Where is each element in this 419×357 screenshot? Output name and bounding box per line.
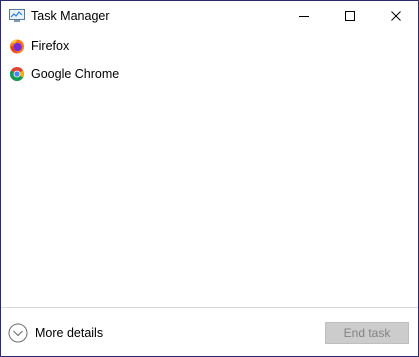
task-manager-window: Task Manager Firefox Google Chrome More …	[0, 0, 419, 357]
chrome-icon	[9, 66, 25, 82]
list-item-firefox[interactable]: Firefox	[1, 31, 418, 59]
maximize-icon	[345, 11, 355, 21]
more-details-label: More details	[35, 326, 104, 340]
maximize-button[interactable]	[327, 1, 373, 31]
task-manager-icon	[9, 9, 25, 23]
window-title: Task Manager	[31, 9, 110, 23]
close-button[interactable]	[373, 1, 419, 31]
minimize-button[interactable]	[281, 1, 327, 31]
close-icon	[391, 11, 401, 21]
process-name: Firefox	[31, 39, 70, 53]
firefox-icon	[9, 38, 25, 54]
process-name: Google Chrome	[31, 67, 120, 81]
process-list: Firefox Google Chrome	[1, 31, 418, 87]
footer-bar: More details End task	[1, 307, 418, 357]
more-details-button[interactable]: More details	[8, 323, 118, 343]
list-item-google-chrome[interactable]: Google Chrome	[1, 59, 418, 87]
title-bar[interactable]: Task Manager	[1, 1, 418, 31]
chevron-down-icon	[8, 323, 28, 343]
end-task-button[interactable]: End task	[325, 322, 409, 344]
minimize-icon	[299, 16, 309, 17]
